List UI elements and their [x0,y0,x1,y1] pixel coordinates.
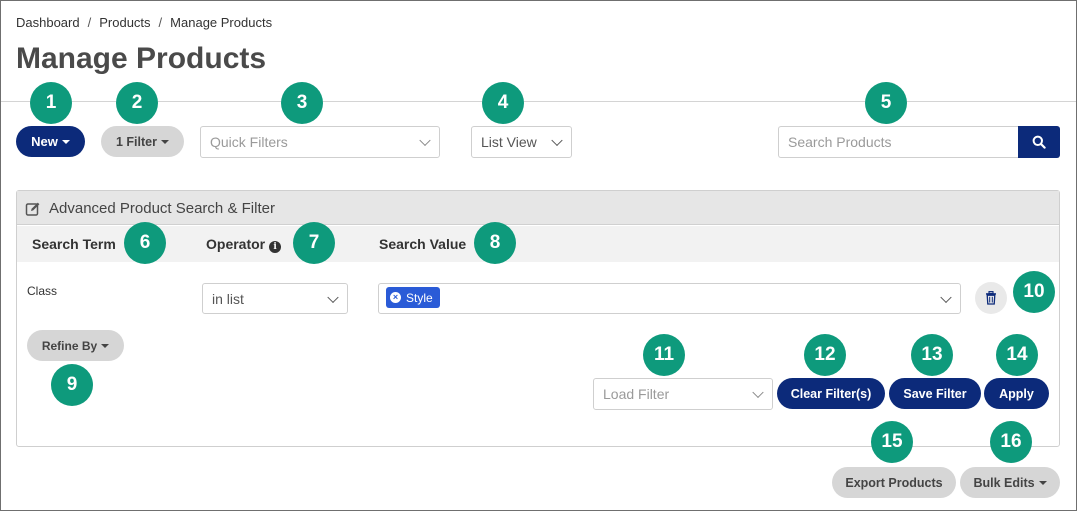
caret-down-icon [1038,480,1047,485]
breadcrumb: Dashboard / Products / Manage Products [16,15,272,30]
apply-button[interactable]: Apply [984,378,1049,409]
search-term-value: Class [27,284,58,298]
operator-header-label: Operator [206,236,266,252]
search-value-multiselect[interactable] [378,283,961,314]
callout-badge-11: 11 [643,334,685,376]
bulk-edits-label: Bulk Edits [973,475,1035,490]
callout-badge-12: 12 [804,334,846,376]
column-header-search-value: Search Value [379,236,467,252]
chevron-down-icon [419,134,431,147]
value-tag-label: Style [406,290,433,305]
callout-badge-13: 13 [911,334,953,376]
caret-down-icon [101,343,110,348]
callout-badge-7: 7 [293,222,335,264]
caret-down-icon [61,139,70,144]
info-icon[interactable]: i [269,241,282,253]
callout-badge-1: 1 [30,82,72,124]
column-header-search-term: Search Term [32,236,116,252]
clear-filters-label: Clear Filter(s) [790,386,872,401]
callout-badge-9: 9 [51,364,93,406]
bulk-edits-button[interactable]: Bulk Edits [960,467,1060,498]
operator-select[interactable]: in list [202,283,348,314]
callout-badge-10: 10 [1013,271,1055,313]
breadcrumb-current: Manage Products [170,15,273,30]
export-products-button[interactable]: Export Products [832,467,956,498]
clear-filters-button[interactable]: Clear Filter(s) [777,378,885,409]
export-products-label: Export Products [845,475,943,490]
refine-by-label: Refine By [41,338,98,353]
search-input[interactable]: Search Products [778,126,1019,158]
header-divider [1,101,1076,102]
caret-down-icon [161,139,169,144]
breadcrumb-dashboard[interactable]: Dashboard [16,15,80,30]
load-filter-placeholder: Load Filter [603,386,670,402]
search-placeholder: Search Products [788,134,892,150]
chevron-down-icon [551,134,563,147]
view-select[interactable]: List View [471,126,572,158]
filter-count-label: 1 Filter [116,134,157,149]
panel-title: Advanced Product Search & Filter [49,200,275,217]
callout-badge-2: 2 [116,82,158,124]
apply-label: Apply [999,386,1034,401]
breadcrumb-products[interactable]: Products [99,15,150,30]
column-header-operator: Operator i [206,236,282,253]
remove-tag-icon[interactable]: × [390,292,401,303]
quick-filters-select[interactable]: Quick Filters [200,126,440,158]
new-button-label: New [31,134,58,149]
operator-select-value: in list [212,290,244,307]
callout-badge-16: 16 [990,421,1032,463]
new-button[interactable]: New [16,126,85,157]
callout-badge-8: 8 [474,222,516,264]
callout-badge-5: 5 [865,82,907,124]
chevron-down-icon [752,386,764,399]
edit-icon [25,202,40,216]
refine-by-button[interactable]: Refine By [27,330,124,361]
delete-row-button[interactable] [975,282,1007,314]
column-header-row [17,226,1059,262]
chevron-down-icon [327,291,339,303]
callout-badge-6: 6 [124,222,166,264]
callout-badge-15: 15 [871,421,913,463]
chevron-down-icon [940,291,952,303]
filter-count-button[interactable]: 1 Filter [101,126,184,157]
callout-badge-4: 4 [482,82,524,124]
save-filter-button[interactable]: Save Filter [889,378,981,409]
search-icon [1032,135,1046,149]
load-filter-select[interactable]: Load Filter [593,378,773,410]
callout-badge-14: 14 [996,334,1038,376]
value-tag-style: × Style [386,287,440,308]
quick-filters-placeholder: Quick Filters [210,134,288,150]
page-title: Manage Products [16,42,267,75]
view-select-value: List View [481,134,537,150]
save-filter-label: Save Filter [903,386,967,401]
breadcrumb-separator: / [158,15,163,30]
search-button[interactable] [1018,126,1060,158]
trash-icon [986,291,996,305]
breadcrumb-separator: / [87,15,92,30]
callout-badge-3: 3 [281,82,323,124]
